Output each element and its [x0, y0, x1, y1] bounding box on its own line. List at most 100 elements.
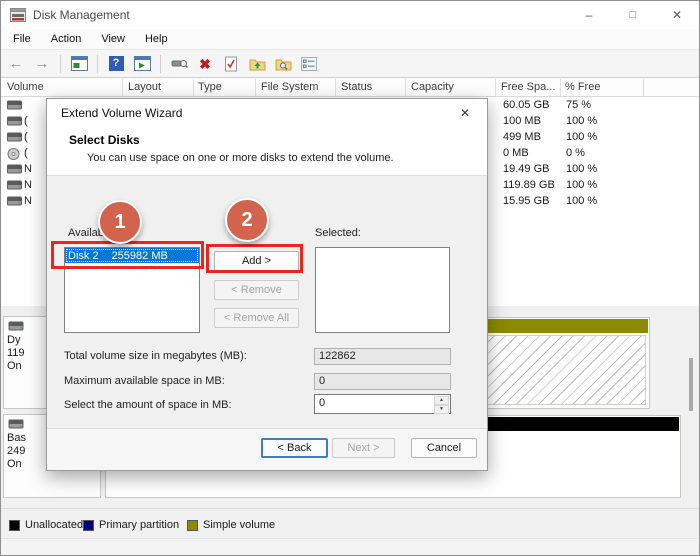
disk-icon — [7, 419, 25, 429]
legend-simple-volume: Simple volume — [187, 519, 275, 531]
console-window-icon[interactable] — [68, 53, 90, 75]
col-pct-free[interactable]: % Free — [565, 81, 600, 93]
total-size-field: 122862 — [314, 348, 451, 365]
menu-file[interactable]: File — [3, 31, 41, 47]
back-icon[interactable]: ← — [5, 53, 27, 75]
col-volume[interactable]: Volume — [7, 81, 44, 93]
back-button[interactable]: < Back — [261, 438, 328, 458]
legend-bar: Unallocated Primary partition Simple vol… — [1, 508, 699, 538]
check-document-icon[interactable] — [220, 53, 242, 75]
legend-label: Primary partition — [99, 519, 179, 531]
pct-free-cell: 100 % — [566, 195, 597, 207]
primary-partition-swatch — [83, 520, 94, 531]
simple-volume-swatch — [187, 520, 198, 531]
col-status[interactable]: Status — [341, 81, 372, 93]
pct-free-cell: 100 % — [566, 179, 597, 191]
amount-input[interactable]: 0 ▲ ▼ — [314, 394, 451, 414]
amount-value: 0 — [319, 397, 325, 409]
free-space-cell: 60.05 GB — [503, 99, 549, 111]
unallocated-swatch — [9, 520, 20, 531]
menu-action[interactable]: Action — [41, 31, 92, 47]
dialog-close-icon[interactable]: ✕ — [449, 102, 481, 124]
volume-name-fragment: ( — [24, 147, 28, 159]
free-space-cell: 499 MB — [503, 131, 541, 143]
annotation-box-available-item — [51, 241, 204, 269]
forward-icon[interactable]: → — [31, 53, 53, 75]
legend-primary-partition: Primary partition — [83, 519, 179, 531]
selected-listbox[interactable] — [315, 247, 450, 333]
toolbar-separator — [160, 55, 161, 73]
disk-icon — [7, 321, 25, 331]
dialog-footer: < Back Next > Cancel — [47, 428, 487, 470]
menu-view[interactable]: View — [91, 31, 135, 47]
vertical-scrollbar-thumb[interactable] — [689, 358, 693, 411]
volume-name-fragment: N — [24, 195, 32, 207]
column-header-row: Volume Layout Type File System Status Ca… — [1, 78, 699, 97]
amount-label: Select the amount of space in MB: — [64, 399, 232, 411]
disk-icon — [7, 132, 22, 142]
remote-action-icon[interactable] — [168, 53, 190, 75]
status-bar — [1, 538, 699, 556]
help-icon[interactable]: ? — [105, 53, 127, 75]
toolbar: ← → ? ✖ — [1, 49, 699, 78]
extend-volume-wizard-dialog: Extend Volume Wizard ✕ Select Disks You … — [46, 98, 488, 471]
spinner-up-icon[interactable]: ▲ — [434, 396, 449, 405]
free-space-cell: 100 MB — [503, 115, 541, 127]
window-title: Disk Management — [33, 8, 130, 22]
col-layout[interactable]: Layout — [128, 81, 161, 93]
free-space-cell: 119.89 GB — [503, 179, 555, 191]
volume-name-fragment: N — [24, 179, 32, 191]
spinner-down-icon[interactable]: ▼ — [434, 405, 449, 414]
max-space-label: Maximum available space in MB: — [64, 375, 225, 387]
folder-up-icon[interactable] — [246, 53, 268, 75]
remove-all-button[interactable]: < Remove All — [214, 308, 299, 328]
disk-icon — [7, 180, 22, 190]
legend-unallocated: Unallocated — [9, 519, 83, 531]
console-window-play-icon[interactable] — [131, 53, 153, 75]
col-file-system[interactable]: File System — [261, 81, 318, 93]
cancel-button[interactable]: Cancel — [411, 438, 477, 458]
app-icon — [10, 8, 26, 22]
disk-icon — [7, 196, 22, 206]
free-space-cell: 19.49 GB — [503, 163, 549, 175]
menu-bar: File Action View Help — [1, 29, 699, 49]
toolbar-separator — [97, 55, 98, 73]
spinner: ▲ ▼ — [434, 396, 449, 412]
volume-name-fragment: ( — [24, 115, 28, 127]
annotation-step-1-badge: 1 — [98, 200, 142, 244]
col-type[interactable]: Type — [198, 81, 222, 93]
pct-free-cell: 0 % — [566, 147, 585, 159]
disk-icon — [7, 116, 22, 126]
legend-label: Unallocated — [25, 519, 83, 531]
disk-management-window: Disk Management – □ ✕ File Action View H… — [0, 0, 700, 556]
cd-icon — [7, 148, 20, 160]
max-space-field: 0 — [314, 373, 451, 390]
pct-free-cell: 75 % — [566, 99, 591, 111]
annotation-box-add-button — [206, 244, 303, 273]
minimize-button[interactable]: – — [567, 1, 611, 29]
dialog-title-bar: Extend Volume Wizard ✕ — [47, 99, 487, 127]
selected-label: Selected: — [315, 227, 361, 239]
col-capacity[interactable]: Capacity — [411, 81, 454, 93]
pct-free-cell: 100 % — [566, 163, 597, 175]
menu-help[interactable]: Help — [135, 31, 178, 47]
folder-search-icon[interactable] — [272, 53, 294, 75]
next-button[interactable]: Next > — [332, 438, 395, 458]
dialog-header: Select Disks You can use space on one or… — [47, 127, 487, 176]
legend-label: Simple volume — [203, 519, 275, 531]
toolbar-separator — [60, 55, 61, 73]
col-free-space[interactable]: Free Spa... — [501, 81, 555, 93]
maximize-button[interactable]: □ — [611, 1, 655, 29]
dialog-title: Extend Volume Wizard — [61, 106, 182, 120]
properties-icon[interactable] — [298, 53, 320, 75]
free-space-cell: 0 MB — [503, 147, 529, 159]
disk-icon — [7, 164, 22, 174]
delete-icon[interactable]: ✖ — [194, 53, 216, 75]
dialog-heading: Select Disks — [69, 133, 140, 147]
title-bar: Disk Management – □ ✕ — [1, 1, 699, 29]
volume-name-fragment: N — [24, 163, 32, 175]
remove-button[interactable]: < Remove — [214, 280, 299, 300]
close-button[interactable]: ✕ — [655, 1, 699, 29]
dialog-description: You can use space on one or more disks t… — [87, 152, 394, 164]
pct-free-cell: 100 % — [566, 131, 597, 143]
